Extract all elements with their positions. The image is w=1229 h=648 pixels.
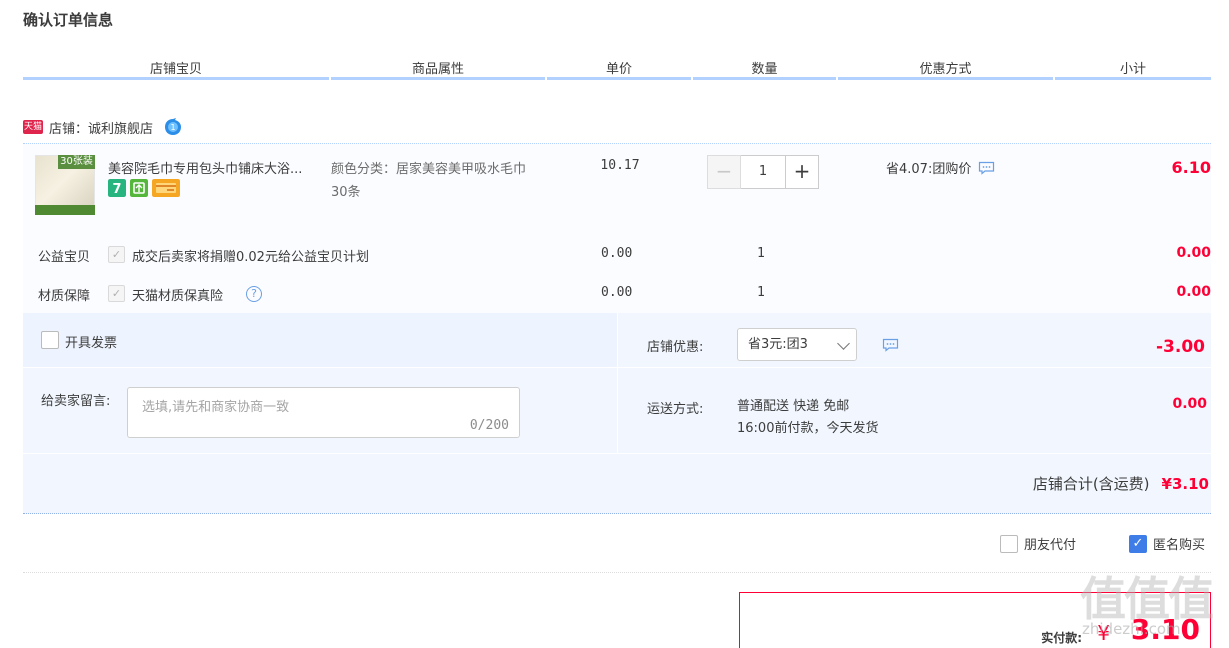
- divider: [23, 453, 1211, 454]
- charity-checkbox-icon: ✓: [108, 246, 125, 263]
- tmall-badge-icon: 天猫: [23, 120, 43, 134]
- shop-total-label: 店铺合计(含运费): [1032, 475, 1150, 493]
- shipping-method: 普通配送 快递 免邮: [737, 399, 850, 414]
- quantity-decrease-button[interactable]: −: [707, 155, 741, 189]
- charity-subtotal: 0.00: [1176, 245, 1211, 261]
- message-icon[interactable]: [882, 338, 899, 352]
- service-icons: 7: [108, 179, 180, 197]
- wangwang-chat-icon[interactable]: 1: [163, 117, 183, 137]
- header-subtotal: 小计: [1055, 58, 1211, 80]
- charity-label: 公益宝贝: [38, 250, 91, 265]
- charity-text: 成交后卖家将捐赠0.02元给公益宝贝计划: [132, 250, 369, 265]
- shop-name[interactable]: 店铺：诚利旗舰店: [49, 118, 153, 137]
- thumb-tag: 30张装: [58, 155, 95, 169]
- message-icon[interactable]: [978, 161, 995, 175]
- chevron-down-icon: [837, 337, 850, 350]
- quantity-input[interactable]: 1: [741, 155, 785, 189]
- shop-line: 天猫 店铺：诚利旗舰店 1: [23, 116, 183, 138]
- anonymous-label[interactable]: 匿名购买: [1153, 534, 1205, 553]
- material-price: 0.00: [601, 285, 633, 300]
- friend-pay-option[interactable]: 朋友代付: [1000, 534, 1076, 553]
- header-attributes: 商品属性: [331, 58, 545, 80]
- anonymous-option[interactable]: ✓ 匿名购买: [1129, 534, 1205, 553]
- shop-discount-label: 店铺优惠:: [647, 340, 704, 355]
- help-icon[interactable]: ?: [246, 286, 262, 302]
- memo-label: 给卖家留言:: [41, 394, 111, 409]
- memo-textarea[interactable]: 选填,请先和商家协商一致 0/200: [127, 387, 520, 438]
- svg-text:7: 7: [112, 182, 121, 197]
- shop-discount-select[interactable]: 省3元:团3: [737, 328, 857, 361]
- shipping-label: 运送方式:: [647, 402, 704, 417]
- shop-total: 店铺合计(含运费) ¥3.10: [1033, 473, 1209, 494]
- seven-day-return-icon[interactable]: 7: [108, 179, 126, 197]
- shop-total-value: ¥3.10: [1161, 475, 1209, 493]
- material-qty: 1: [757, 285, 765, 300]
- memo-placeholder: 选填,请先和商家协商一致: [142, 400, 290, 415]
- material-label: 材质保障: [38, 289, 91, 304]
- header-shop-item: 店铺宝贝: [23, 58, 329, 80]
- invoice-checkbox[interactable]: [41, 331, 59, 349]
- charity-price: 0.00: [601, 246, 633, 261]
- product-name-link[interactable]: 美容院毛巾专用包头巾铺床大浴...: [108, 158, 328, 177]
- quantity-increase-button[interactable]: +: [785, 155, 819, 189]
- promotion-text: 省4.07:团购价: [886, 162, 972, 177]
- shop-discount-value: -3.00: [1156, 337, 1205, 357]
- shipping-details: 普通配送 快递 免邮 16:00前付款，今天发货: [737, 396, 878, 440]
- charity-qty: 1: [757, 246, 765, 261]
- watermark-url: zhidezhi.com: [1082, 620, 1181, 638]
- material-checkbox-icon: ✓: [108, 285, 125, 302]
- shipping-time: 16:00前付款，今天发货: [737, 421, 879, 436]
- payment-label: 实付款:: [1041, 631, 1082, 645]
- thumb-footer-decoration: [35, 205, 95, 215]
- guarantee-icon[interactable]: [130, 179, 148, 197]
- invoice-label[interactable]: 开具发票: [65, 332, 117, 351]
- credit-card-icon[interactable]: [152, 179, 180, 197]
- header-unit-price: 单价: [547, 58, 691, 80]
- quantity-stepper: − 1 +: [707, 155, 819, 189]
- product-attributes: 颜色分类：居家美容美甲吸水毛巾 30条: [331, 158, 561, 204]
- shipping-value: 0.00: [1172, 396, 1207, 412]
- material-subtotal: 0.00: [1176, 284, 1211, 300]
- attr-size: 30条: [331, 185, 361, 200]
- header-discount: 优惠方式: [838, 58, 1053, 80]
- svg-text:1: 1: [170, 123, 175, 132]
- header-quantity: 数量: [693, 58, 836, 80]
- divider: [617, 313, 618, 453]
- divider: [23, 572, 1211, 573]
- shipping-section: [618, 368, 1211, 453]
- friend-pay-label[interactable]: 朋友代付: [1024, 534, 1076, 553]
- unit-price: 10.17: [600, 158, 640, 173]
- shop-discount-selected: 省3元:团3: [748, 337, 808, 352]
- memo-char-count: 0/200: [469, 418, 509, 433]
- promotion-info: 省4.07:团购价: [886, 158, 995, 177]
- shop-discount-section: [618, 313, 1211, 367]
- friend-pay-checkbox[interactable]: [1000, 534, 1018, 553]
- material-text: 天猫材质保真险: [132, 289, 224, 304]
- item-subtotal: 6.10: [1171, 158, 1211, 177]
- attr-color: 颜色分类：居家美容美甲吸水毛巾: [331, 162, 527, 177]
- anonymous-checkbox[interactable]: ✓: [1129, 534, 1147, 553]
- page-title: 确认订单信息: [23, 11, 114, 29]
